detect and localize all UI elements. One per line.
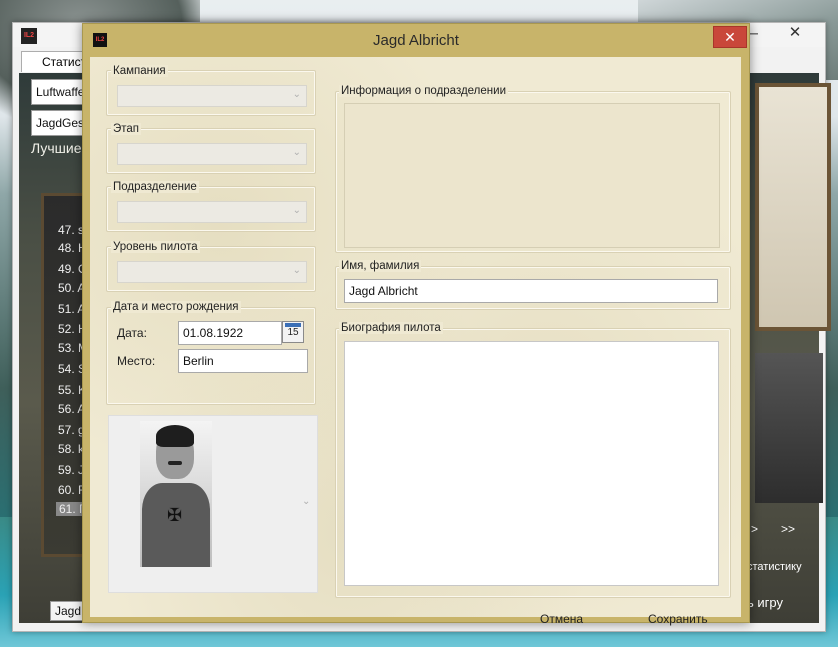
- chevron-down-icon: ⌄: [292, 265, 301, 276]
- chevron-down-icon: ⌄: [292, 205, 301, 216]
- dialog-title: Jagd Albricht: [373, 32, 459, 49]
- birth-group-label: Дата и место рождения: [111, 301, 241, 313]
- pilot-dialog: IL2 Jagd Albricht ✕ Кампания ⌄ Этап ⌄ По…: [82, 23, 750, 626]
- name-label: Имя, фамилия: [339, 260, 422, 272]
- biography-textarea[interactable]: [344, 341, 719, 586]
- pilot-photo: ✠: [140, 421, 212, 567]
- unit-info-text: [344, 103, 720, 248]
- bg-photo-image: [755, 353, 823, 503]
- stage-combo[interactable]: ⌄: [117, 143, 307, 165]
- bg-game-link[interactable]: ь игру: [747, 595, 783, 610]
- chevron-down-icon: ⌄: [292, 89, 301, 100]
- calendar-icon[interactable]: 15: [282, 321, 304, 343]
- date-label: Дата:: [117, 326, 147, 340]
- bio-label: Биография пилота: [339, 322, 443, 334]
- bg-best-label: Лучшие: [31, 140, 82, 156]
- birth-date-field[interactable]: 01.08.1922: [178, 321, 282, 345]
- bg-squadron-combo[interactable]: JagdGeschwader: [31, 110, 89, 136]
- campaign-label: Кампания: [111, 65, 168, 77]
- chevron-down-icon: ⌄: [292, 147, 301, 158]
- bg-next-button[interactable]: >: [751, 522, 758, 536]
- bg-statistics-link[interactable]: статистику: [747, 561, 802, 573]
- place-label: Место:: [117, 354, 156, 368]
- save-button[interactable]: Сохранить: [648, 612, 708, 626]
- pilot-photo-selector[interactable]: ✠ ⌄: [108, 415, 318, 593]
- bg-close-button[interactable]: ✕: [767, 23, 823, 43]
- bg-document-image: [755, 83, 831, 331]
- bg-app-logo-icon: IL2: [21, 28, 37, 44]
- list-item[interactable]: 57. g: [58, 423, 85, 437]
- close-button[interactable]: ✕: [713, 26, 747, 48]
- unit-info-label: Информация о подразделении: [339, 85, 508, 97]
- unit-combo[interactable]: ⌄: [117, 201, 307, 223]
- cancel-button[interactable]: Отмена: [540, 612, 583, 626]
- pilot-level-label: Уровень пилота: [111, 241, 200, 253]
- dialog-body: Кампания ⌄ Этап ⌄ Подразделение ⌄ Уровен…: [90, 57, 741, 626]
- stage-label: Этап: [111, 123, 142, 135]
- campaign-combo[interactable]: ⌄: [117, 85, 307, 107]
- birth-place-field[interactable]: Berlin: [178, 349, 308, 373]
- unit-label: Подразделение: [111, 181, 199, 193]
- bg-last-button[interactable]: >>: [781, 522, 795, 536]
- pilot-level-combo[interactable]: ⌄: [117, 261, 307, 283]
- pilot-name-field[interactable]: Jagd Albricht: [344, 279, 718, 303]
- chevron-down-icon: ⌄: [302, 496, 311, 507]
- bg-air-force-combo[interactable]: Luftwaffe: [31, 79, 89, 105]
